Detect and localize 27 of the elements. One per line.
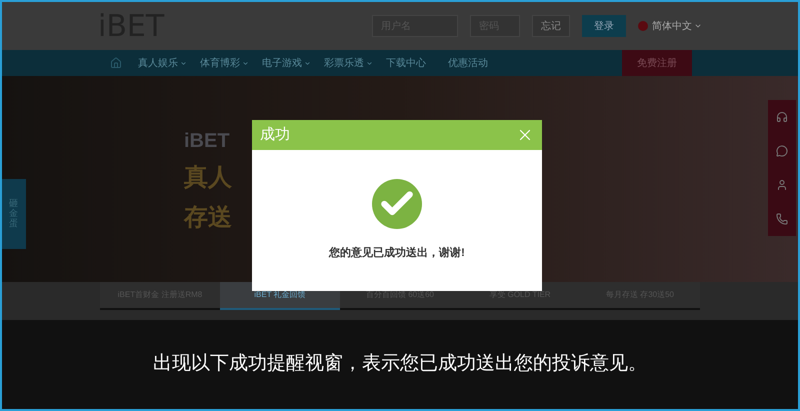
nav-item[interactable]: 电子游戏 xyxy=(262,56,324,70)
success-message: 您的意见已成功送出，谢谢! xyxy=(329,246,465,262)
nav-item[interactable]: 下载中心 xyxy=(386,56,448,70)
banner-text: 存送 xyxy=(184,203,232,233)
forgot-button[interactable]: 忘记 xyxy=(532,15,570,37)
user-icon[interactable] xyxy=(776,179,788,191)
caret-icon xyxy=(366,60,373,66)
nav-item[interactable]: 优惠活动 xyxy=(448,56,510,70)
language-selector[interactable]: 简体中文 xyxy=(652,18,702,34)
modal-title: 成功 xyxy=(260,124,290,145)
banner-text: 真人 xyxy=(184,163,232,193)
caret-icon xyxy=(242,60,249,66)
caret-icon xyxy=(694,22,702,30)
nav-item[interactable]: 体育博彩 xyxy=(200,56,262,70)
login-button[interactable]: 登录 xyxy=(582,15,626,37)
nav-item[interactable]: 真人娱乐 xyxy=(138,56,200,70)
phone-icon[interactable] xyxy=(776,213,788,225)
nav-item[interactable]: 彩票乐透 xyxy=(324,56,386,70)
register-button[interactable]: 免费注册 xyxy=(622,50,692,76)
caption-text: 出现以下成功提醒视窗，表示您已成功送出您的投诉意见。 xyxy=(153,352,647,376)
chat-icon[interactable] xyxy=(776,145,788,157)
headset-icon[interactable] xyxy=(776,111,788,123)
banner-text: iBET xyxy=(184,129,231,154)
check-icon xyxy=(372,179,422,230)
caret-icon xyxy=(304,60,311,66)
flag-icon xyxy=(638,21,648,31)
caret-icon xyxy=(180,60,187,66)
